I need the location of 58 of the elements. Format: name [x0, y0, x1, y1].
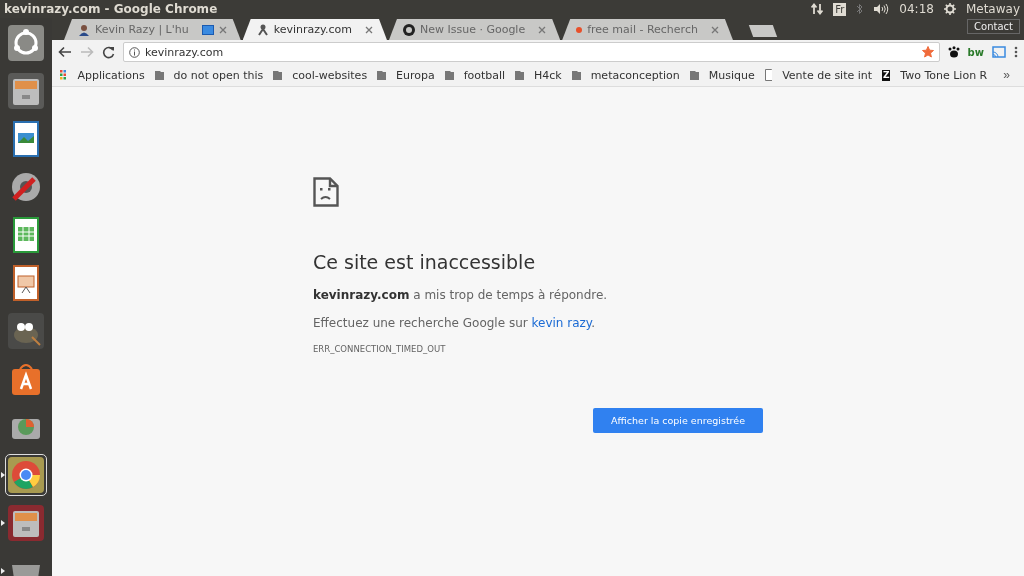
apps-grid-icon: [60, 70, 68, 80]
screen-icon: [201, 24, 214, 35]
folder-icon: [273, 70, 283, 80]
bookmark[interactable]: Two Tone Lion R: [900, 68, 988, 82]
bookmark[interactable]: metaconception: [590, 68, 680, 82]
reload-button[interactable]: [102, 45, 115, 59]
extension-icon[interactable]: bw: [967, 46, 984, 58]
page-icon: [764, 69, 773, 81]
bookmark[interactable]: H4ck: [534, 68, 562, 82]
close-icon[interactable]: [710, 25, 719, 34]
bookmark[interactable]: do not open this: [173, 68, 264, 82]
network-arrows-icon[interactable]: [811, 3, 824, 15]
browser-tab[interactable]: New Issue · Google: [388, 19, 561, 40]
close-icon[interactable]: [538, 25, 547, 34]
bookmark[interactable]: Musique: [708, 68, 755, 82]
close-icon[interactable]: [218, 25, 227, 34]
new-tab-button[interactable]: [748, 25, 778, 37]
menu-icon[interactable]: [1014, 46, 1018, 58]
info-icon[interactable]: [129, 46, 140, 58]
bookmark[interactable]: cool-websites: [292, 68, 368, 82]
error-code: ERR_CONNECTION_TIMED_OUT: [313, 344, 447, 354]
folder-icon: [154, 70, 164, 80]
volume-icon[interactable]: [873, 3, 890, 15]
bookmark[interactable]: Vente de site int: [782, 68, 873, 82]
folder-icon: [377, 70, 387, 80]
browser-tab[interactable]: free mail - Recherch: [562, 19, 733, 40]
folder-icon: [444, 70, 454, 80]
user-name[interactable]: Metaway: [965, 2, 1020, 16]
folder-icon: [689, 70, 699, 80]
cast-icon[interactable]: [992, 46, 1006, 58]
more-bookmarks-button[interactable]: »: [997, 67, 1016, 83]
back-button[interactable]: [58, 46, 72, 58]
close-icon[interactable]: [364, 25, 373, 34]
folder-icon: [515, 70, 525, 80]
dot-icon: [576, 26, 583, 33]
bookmark[interactable]: Applications: [77, 68, 145, 82]
bookmark[interactable]: Europa: [396, 68, 435, 82]
person-icon: [78, 23, 90, 36]
bookmark[interactable]: football: [463, 68, 506, 82]
address-bar[interactable]: kevinrazy.com: [123, 42, 940, 62]
contact-button[interactable]: Contact: [967, 19, 1020, 34]
folder-icon: [571, 70, 581, 80]
search-suggestion: Effectuez une recherche Google sur kevin razy.: [313, 316, 597, 330]
browser-tab[interactable]: kevinrazy.com: [242, 19, 387, 40]
star-icon[interactable]: [921, 46, 934, 58]
browser-tab[interactable]: Kevin Razy | L'hu: [64, 19, 241, 40]
paw-icon[interactable]: [947, 46, 960, 58]
site-favicon: Z: [882, 69, 891, 81]
keyboard-layout-indicator[interactable]: Fr: [833, 2, 847, 16]
saved-copy-button[interactable]: Afficher la copie enregistrée: [593, 408, 763, 433]
bluetooth-icon[interactable]: [856, 3, 864, 15]
error-message: kevinrazy.com a mis trop de temps à répondre.: [313, 288, 609, 302]
error-heading: Ce site est inaccessible: [313, 251, 537, 273]
gear-icon[interactable]: [943, 3, 956, 15]
network-icon: [256, 23, 269, 36]
sad-page-icon: [313, 177, 339, 207]
window-title: kevinrazy.com - Google Chrome: [4, 2, 219, 16]
clock[interactable]: 04:18: [899, 2, 934, 16]
